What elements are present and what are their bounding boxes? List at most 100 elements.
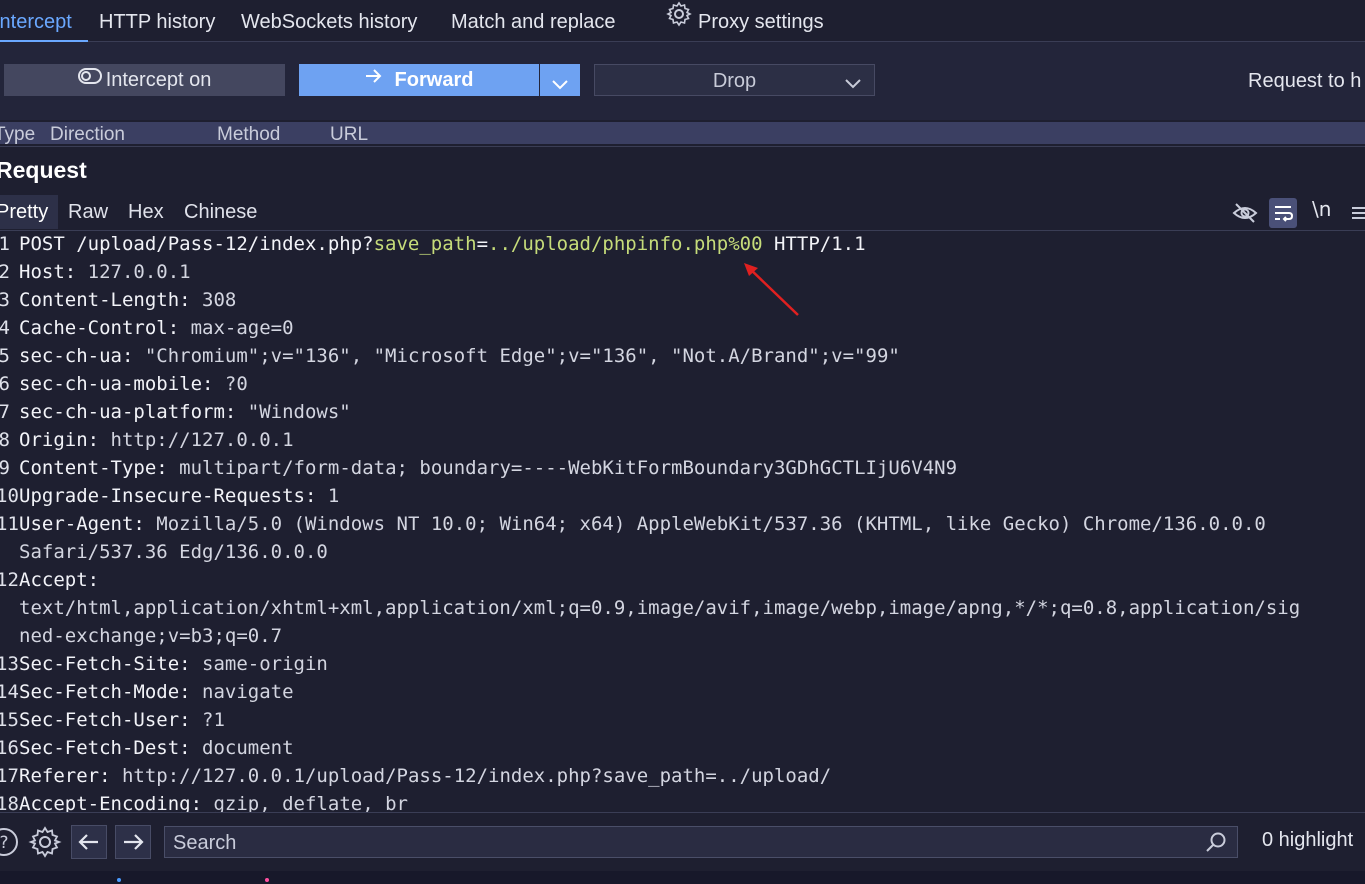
line-number: 1 <box>0 233 10 255</box>
forward-button[interactable]: Forward <box>299 64 539 96</box>
line-number: 17 <box>0 765 19 787</box>
line-number: 18 <box>0 793 19 813</box>
header-value: document <box>202 737 294 759</box>
header-value: Mozilla/5.0 (Windows NT 10.0; Win64; x64… <box>156 513 1266 535</box>
header-line-continued: Safari/537.36 Edg/136.0.0.0 <box>19 541 328 563</box>
header-value-continued: Safari/537.36 Edg/136.0.0.0 <box>19 541 328 563</box>
header-name: Content-Type <box>19 457 157 479</box>
tab-intercept[interactable]: Intercept <box>0 0 88 42</box>
settings-gear-icon[interactable] <box>27 825 63 859</box>
intercept-toggle-button[interactable]: Intercept on <box>4 64 285 96</box>
line-number: 10 <box>0 485 19 507</box>
line-number: 15 <box>0 709 19 731</box>
gear-icon <box>666 0 692 43</box>
header-value-continued: ned-exchange;v=b3;q=0.7 <box>19 625 283 647</box>
intercept-toolbar: Intercept on Forward Drop Request to h <box>0 42 1365 120</box>
tab-pretty-label: Pretty <box>0 201 49 223</box>
proxy-tab-bar: Intercept HTTP history WebSockets histor… <box>0 0 1365 42</box>
column-header-method[interactable]: Method <box>217 122 280 144</box>
header-name: Sec-Fetch-Mode <box>19 681 180 703</box>
hide-eye-icon[interactable] <box>1232 201 1258 225</box>
forward-dropdown-button[interactable] <box>540 64 580 96</box>
request-target-label: Request to h <box>1248 70 1362 92</box>
tab-websockets-history[interactable]: WebSockets history <box>241 0 417 40</box>
drop-button[interactable]: Drop <box>594 64 875 96</box>
query-param-value: ../upload/phpinfo.php%00 <box>488 233 763 255</box>
header-line: Sec-Fetch-User: ?1 <box>19 709 225 731</box>
request-editor[interactable]: 1 2 3 4 5 6 7 8 9 10 11 12 13 14 15 16 1… <box>0 231 1365 813</box>
header-value: http://127.0.0.1 <box>110 429 294 451</box>
line-number: 13 <box>0 653 19 675</box>
header-value: 127.0.0.1 <box>87 261 191 283</box>
request-line: POST /upload/Pass-12/index.php?save_path… <box>19 233 866 255</box>
header-line: User-Agent: Mozilla/5.0 (Windows NT 10.0… <box>19 513 1266 535</box>
search-input[interactable] <box>171 829 1205 857</box>
header-line: sec-ch-ua-mobile: ?0 <box>19 373 248 395</box>
line-number: 6 <box>0 373 10 395</box>
header-name: Sec-Fetch-Site <box>19 653 180 675</box>
menu-icon[interactable] <box>1350 201 1365 225</box>
header-value: navigate <box>202 681 294 703</box>
tab-websockets-history-label: WebSockets history <box>241 11 418 33</box>
header-line: Origin: http://127.0.0.1 <box>19 429 294 451</box>
request-title: Request <box>0 157 87 183</box>
query-param-name: save_path <box>373 233 477 255</box>
header-value: same-origin <box>202 653 328 675</box>
request-panel: Request Pretty Raw Hex Chinese \n 1 2 3 … <box>0 146 1365 813</box>
header-line: Sec-Fetch-Mode: navigate <box>19 681 294 703</box>
header-line: Accept: <box>19 569 100 591</box>
line-number: 14 <box>0 681 19 703</box>
header-value: http://127.0.0.1/upload/Pass-12/index.ph… <box>121 765 832 787</box>
header-name: Sec-Fetch-User <box>19 709 180 731</box>
intercept-label: Intercept on <box>105 69 212 91</box>
chevron-down-icon <box>551 68 569 101</box>
column-header-url[interactable]: URL <box>330 122 368 144</box>
tab-match-and-replace-label: Match and replace <box>451 11 616 33</box>
header-name: Cache-Control <box>19 317 168 339</box>
line-number: 11 <box>0 513 19 535</box>
tab-http-history-label: HTTP history <box>99 11 216 33</box>
help-icon[interactable]: ? <box>0 825 22 859</box>
toggle-icon <box>77 62 102 95</box>
header-line: sec-ch-ua-platform: "Windows" <box>19 401 351 423</box>
arrow-right-icon <box>365 62 383 95</box>
header-line: Content-Length: 308 <box>19 289 237 311</box>
header-line: Upgrade-Insecure-Requests: 1 <box>19 485 340 507</box>
header-name: sec-ch-ua-mobile <box>19 373 203 395</box>
column-header-direction[interactable]: Direction <box>50 122 125 144</box>
header-value: 308 <box>202 289 237 311</box>
tab-http-history[interactable]: HTTP history <box>99 0 215 40</box>
tab-proxy-settings[interactable]: Proxy settings <box>666 0 824 40</box>
word-wrap-icon[interactable] <box>1269 198 1297 228</box>
header-value: "Chromium";v="136", "Microsoft Edge";v="… <box>144 345 900 367</box>
line-number: 12 <box>0 569 19 591</box>
header-line: Host: 127.0.0.1 <box>19 261 191 283</box>
previous-match-button[interactable] <box>71 825 107 859</box>
next-match-button[interactable] <box>115 825 151 859</box>
line-number: 4 <box>0 317 10 339</box>
tab-chinese[interactable]: Chinese <box>184 195 257 229</box>
tab-hex[interactable]: Hex <box>128 195 164 229</box>
header-value: ?0 <box>224 373 248 395</box>
request-view-tabs: Pretty Raw Hex Chinese \n <box>0 195 1365 231</box>
header-name: Accept <box>19 569 88 591</box>
show-newlines-toggle[interactable]: \n <box>1312 197 1338 221</box>
header-value: max-age=0 <box>190 317 294 339</box>
tab-raw[interactable]: Raw <box>68 195 108 229</box>
header-line: sec-ch-ua: "Chromium";v="136", "Microsof… <box>19 345 900 367</box>
tab-raw-label: Raw <box>68 201 109 223</box>
header-line-continued: text/html,application/xhtml+xml,applicat… <box>19 597 1300 619</box>
search-field[interactable] <box>164 826 1238 858</box>
header-value: multipart/form-data; boundary=----WebKit… <box>179 457 958 479</box>
tab-pretty[interactable]: Pretty <box>0 195 59 229</box>
search-icon <box>1205 831 1227 858</box>
header-line-continued: ned-exchange;v=b3;q=0.7 <box>19 625 282 647</box>
highlight-count: 0 highlight <box>1262 829 1354 851</box>
header-line: Sec-Fetch-Site: same-origin <box>19 653 328 675</box>
tab-proxy-settings-label: Proxy settings <box>698 11 824 33</box>
column-header-type[interactable]: Type <box>0 122 35 144</box>
annotation-arrow-icon <box>744 263 799 316</box>
tab-match-and-replace[interactable]: Match and replace <box>451 0 616 40</box>
search-bar: ? 0 highlight <box>0 812 1365 871</box>
line-number: 7 <box>0 401 10 423</box>
